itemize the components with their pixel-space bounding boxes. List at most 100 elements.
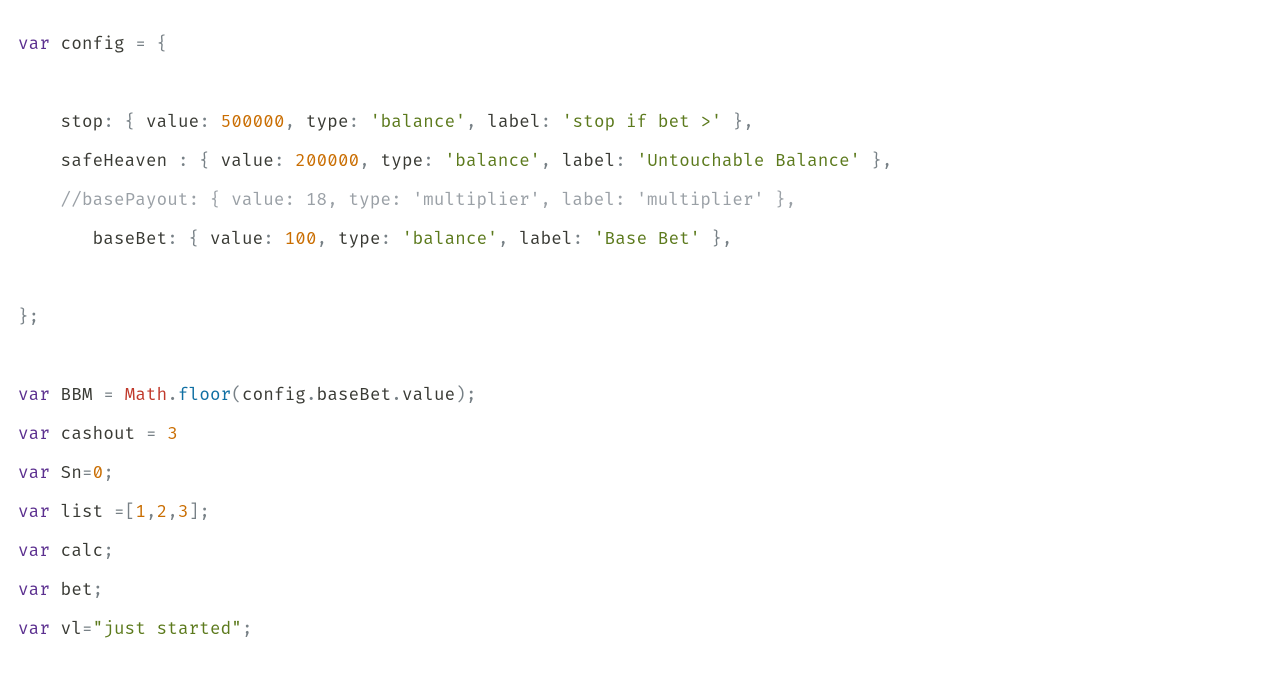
string: 'balance' (370, 112, 466, 133)
colon: : (349, 112, 360, 133)
colon: : (423, 151, 434, 172)
comma: , (466, 112, 477, 133)
dot: . (306, 385, 317, 406)
number: 3 (167, 424, 178, 445)
code-line: baseBet: { value: 100, type: 'balance', … (18, 229, 733, 250)
string: 'Untouchable Balance' (637, 151, 861, 172)
colon: : (103, 112, 114, 133)
identifier: label (519, 229, 572, 250)
number: 0 (93, 463, 104, 484)
comma: , (541, 151, 552, 172)
number: 1 (135, 502, 146, 523)
string: "just started" (93, 619, 242, 640)
semicolon: ; (103, 463, 114, 484)
identifier: baseBet (93, 229, 168, 250)
comma: , (743, 112, 754, 133)
code-line: }; (18, 307, 39, 328)
brace: } (18, 307, 29, 328)
identifier: type (338, 229, 381, 250)
keyword-var: var (18, 502, 50, 523)
identifier: type (306, 112, 349, 133)
code-line: var vl="just started"; (18, 619, 253, 640)
comma: , (498, 229, 509, 250)
keyword-var: var (18, 619, 50, 640)
identifier: bet (61, 580, 93, 601)
brace: } (711, 229, 722, 250)
operator: = (103, 385, 114, 406)
identifier: value (146, 112, 199, 133)
code-line: var Sn=0; (18, 463, 114, 484)
paren: ) (455, 385, 466, 406)
identifier: vl (61, 619, 82, 640)
number: 2 (157, 502, 168, 523)
identifier: config (242, 385, 306, 406)
semicolon: ; (466, 385, 477, 406)
keyword-var: var (18, 580, 50, 601)
code-line: var cashout = 3 (18, 424, 178, 445)
semicolon: ; (103, 541, 114, 562)
dot: . (391, 385, 402, 406)
identifier: safeHeaven (61, 151, 168, 172)
comma: , (722, 229, 733, 250)
colon: : (167, 229, 178, 250)
operator: = (146, 424, 157, 445)
comma: , (285, 112, 296, 133)
operator: = (114, 502, 125, 523)
bracket: [ (125, 502, 136, 523)
operator: = (135, 34, 146, 55)
brace: } (871, 151, 882, 172)
identifier: value (221, 151, 274, 172)
identifier: label (487, 112, 540, 133)
identifier: value (402, 385, 455, 406)
identifier: cashout (61, 424, 136, 445)
comment: //basePayout: { value: 18, type: 'multip… (61, 190, 797, 211)
function-floor: floor (178, 385, 231, 406)
identifier: calc (61, 541, 104, 562)
code-line: var config = { (18, 34, 167, 55)
colon: : (178, 151, 189, 172)
colon: : (573, 229, 584, 250)
identifier: type (381, 151, 424, 172)
brace: { (125, 112, 136, 133)
operator: = (82, 619, 93, 640)
string: 'balance' (402, 229, 498, 250)
paren: ( (231, 385, 242, 406)
identifier: Sn (61, 463, 82, 484)
identifier: BBM (61, 385, 93, 406)
comma: , (146, 502, 157, 523)
comma: , (317, 229, 328, 250)
colon: : (381, 229, 392, 250)
number: 200000 (295, 151, 359, 172)
colon: : (541, 112, 552, 133)
number: 500000 (221, 112, 285, 133)
code-line: //basePayout: { value: 18, type: 'multip… (18, 190, 796, 211)
identifier: value (210, 229, 263, 250)
semicolon: ; (199, 502, 210, 523)
object-math: Math (125, 385, 168, 406)
bracket: ] (189, 502, 200, 523)
comma: , (882, 151, 893, 172)
identifier: stop (61, 112, 104, 133)
string: 'balance' (445, 151, 541, 172)
identifier: label (562, 151, 615, 172)
keyword-var: var (18, 34, 50, 55)
comma: , (359, 151, 370, 172)
identifier: baseBet (317, 385, 392, 406)
identifier: config (61, 34, 125, 55)
keyword-var: var (18, 463, 50, 484)
code-line: var list =[1,2,3]; (18, 502, 210, 523)
keyword-var: var (18, 541, 50, 562)
brace: } (733, 112, 744, 133)
code-line: var bet; (18, 580, 103, 601)
string: 'stop if bet >' (562, 112, 722, 133)
dot: . (167, 385, 178, 406)
brace: { (189, 229, 200, 250)
operator: = (82, 463, 93, 484)
semicolon: ; (29, 307, 40, 328)
brace: { (199, 151, 210, 172)
number: 3 (178, 502, 189, 523)
identifier: list (61, 502, 104, 523)
colon: : (263, 229, 274, 250)
number: 100 (285, 229, 317, 250)
colon: : (615, 151, 626, 172)
